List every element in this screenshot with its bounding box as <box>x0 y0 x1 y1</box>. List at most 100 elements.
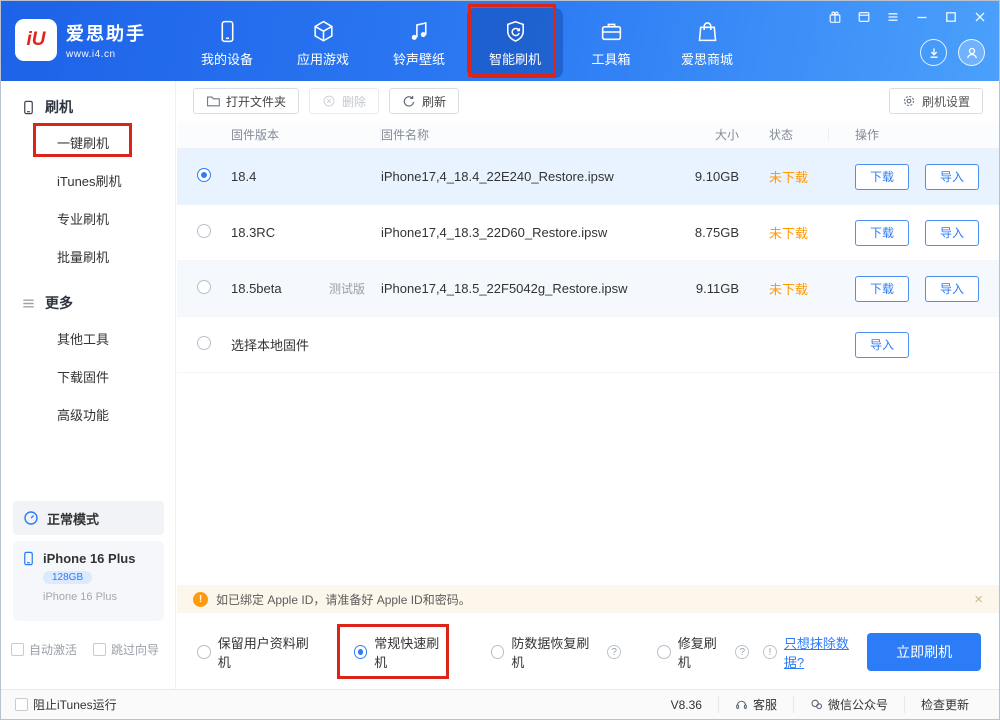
delete-icon <box>322 94 336 108</box>
option-anti-data-recovery[interactable]: 防数据恢复刷机 ? <box>491 633 621 671</box>
import-action-button[interactable]: 导入 <box>925 276 979 302</box>
import-action-button[interactable]: 导入 <box>855 332 909 358</box>
delete-button[interactable]: 删除 <box>309 88 379 114</box>
option-repair-flash[interactable]: 修复刷机 ? <box>657 633 749 671</box>
block-itunes-checkbox[interactable]: 阻止iTunes运行 <box>15 696 117 713</box>
sidebar-item-batch-flash[interactable]: 批量刷机 <box>1 239 175 277</box>
button-label: 刷机设置 <box>922 93 970 110</box>
shopping-bag-icon <box>695 19 720 44</box>
minimize-icon[interactable] <box>915 10 929 24</box>
app-header: iU 爱思助手 www.i4.cn 我的设备 应用游戏 铃声壁纸 智能刷机 <box>1 1 999 81</box>
close-icon[interactable] <box>973 10 987 24</box>
option-normal-fast-flash[interactable]: 常规快速刷机 <box>354 633 451 671</box>
option-keep-user-data[interactable]: 保留用户资料刷机 <box>197 633 320 671</box>
maximize-icon[interactable] <box>944 10 958 24</box>
gift-icon[interactable] <box>828 10 842 24</box>
download-action-button[interactable]: 下载 <box>855 220 909 246</box>
button-label: 删除 <box>342 93 366 110</box>
import-action-button[interactable]: 导入 <box>925 164 979 190</box>
row-radio-selected[interactable] <box>197 168 211 182</box>
option-label: 修复刷机 <box>678 633 729 671</box>
col-status: 状态 <box>739 128 829 142</box>
download-action-button[interactable]: 下载 <box>855 276 909 302</box>
erase-data-link[interactable]: 只想抹除数据? <box>784 633 867 671</box>
menu-icon[interactable] <box>886 10 900 24</box>
help-icon[interactable]: ? <box>735 645 749 659</box>
nav-store[interactable]: 爱思商城 <box>659 8 755 78</box>
sidebar-item-download-firmware[interactable]: 下载固件 <box>1 359 175 397</box>
nav-apps-games[interactable]: 应用游戏 <box>275 8 371 78</box>
device-phone-icon <box>21 551 36 566</box>
wechat-account-link[interactable]: 微信公众号 <box>793 696 904 713</box>
nav-label: 工具箱 <box>591 49 630 68</box>
main-panel: 打开文件夹 删除 刷新 刷机设置 固件版本 固件名称 大小 状态 操作 <box>177 81 999 691</box>
check-update-link[interactable]: 检查更新 <box>904 696 985 713</box>
firmware-size: 9.10GB <box>659 169 739 184</box>
device-mode-badge[interactable]: 正常模式 <box>13 501 164 535</box>
header-quick-actions <box>920 39 985 66</box>
flash-options-bar: 保留用户资料刷机 常规快速刷机 防数据恢复刷机 ? 修复刷机 ? ! 只想抹除数… <box>177 613 999 691</box>
sidebar-checkboxes: 自动激活 跳过向导 <box>11 641 159 658</box>
logo-glyph: iU <box>27 29 46 51</box>
import-action-button[interactable]: 导入 <box>925 220 979 246</box>
sidebar-item-other-tools[interactable]: 其他工具 <box>1 321 175 359</box>
option-radio[interactable] <box>657 645 671 659</box>
row-radio[interactable] <box>197 224 211 238</box>
option-radio[interactable] <box>491 645 505 659</box>
nav-label: 铃声壁纸 <box>393 49 445 68</box>
nav-smart-flash[interactable]: 智能刷机 <box>467 8 563 78</box>
device-card[interactable]: iPhone 16 Plus 128GB iPhone 16 Plus <box>13 541 164 621</box>
sidebar-section-flash: 刷机 <box>1 81 175 125</box>
download-center-button[interactable] <box>920 39 947 66</box>
section-title: 更多 <box>45 293 73 313</box>
skip-setup-checkbox[interactable]: 跳过向导 <box>93 641 159 658</box>
device-name: iPhone 16 Plus <box>43 551 135 566</box>
row-radio[interactable] <box>197 280 211 294</box>
flash-now-button[interactable]: 立即刷机 <box>867 633 981 671</box>
refresh-button[interactable]: 刷新 <box>389 88 459 114</box>
sidebar-item-pro-flash[interactable]: 专业刷机 <box>1 201 175 239</box>
sidebar-item-itunes-flash[interactable]: iTunes刷机 <box>1 163 175 201</box>
app-window: iU 爱思助手 www.i4.cn 我的设备 应用游戏 铃声壁纸 智能刷机 <box>0 0 1000 720</box>
mode-label: 正常模式 <box>47 509 99 528</box>
customer-service-link[interactable]: 客服 <box>718 696 793 713</box>
user-icon <box>965 46 979 60</box>
user-avatar-button[interactable] <box>958 39 985 66</box>
nav-ringtones[interactable]: 铃声壁纸 <box>371 8 467 78</box>
firmware-version: 18.4 <box>231 169 256 184</box>
nav-toolbox[interactable]: 工具箱 <box>563 8 659 78</box>
table-row-18-5beta[interactable]: 18.5beta 测试版 iPhone17,4_18.5_22F5042g_Re… <box>177 261 999 317</box>
shield-refresh-icon <box>503 19 528 44</box>
download-action-button[interactable]: 下载 <box>855 164 909 190</box>
nav-my-devices[interactable]: 我的设备 <box>179 8 275 78</box>
sidebar-item-one-click-flash[interactable]: 一键刷机 <box>1 125 175 163</box>
col-firmware-name: 固件名称 <box>381 126 659 143</box>
device-capacity-badge: 128GB <box>43 571 92 584</box>
flash-settings-button[interactable]: 刷机设置 <box>889 88 983 114</box>
nav-label: 我的设备 <box>201 49 253 68</box>
row-radio[interactable] <box>197 336 211 350</box>
checkbox-label: 阻止iTunes运行 <box>33 696 117 713</box>
logo-icon: iU <box>15 19 57 61</box>
auto-activate-checkbox[interactable]: 自动激活 <box>11 641 77 658</box>
button-label: 打开文件夹 <box>226 93 286 110</box>
device-model: iPhone 16 Plus <box>43 591 156 603</box>
apple-id-notice: ! 如已绑定 Apple ID，请准备好 Apple ID和密码。 × <box>177 585 999 613</box>
sidebar-item-advanced[interactable]: 高级功能 <box>1 397 175 435</box>
firmware-size: 9.11GB <box>659 281 739 296</box>
table-row-18-3rc[interactable]: 18.3RC iPhone17,4_18.3_22D60_Restore.ips… <box>177 205 999 261</box>
option-radio-selected[interactable] <box>354 645 368 659</box>
table-row-local-firmware[interactable]: 选择本地固件 导入 <box>177 317 999 373</box>
firmware-size: 8.75GB <box>659 225 739 240</box>
nav-label: 智能刷机 <box>489 49 541 68</box>
option-radio[interactable] <box>197 645 211 659</box>
statusbar-label: 检查更新 <box>921 696 969 713</box>
notice-close-icon[interactable]: × <box>974 591 983 608</box>
phone-icon <box>21 100 36 115</box>
warning-icon: ! <box>193 592 208 607</box>
open-folder-button[interactable]: 打开文件夹 <box>193 88 299 114</box>
help-icon[interactable]: ? <box>607 645 621 659</box>
table-row-18-4[interactable]: 18.4 iPhone17,4_18.4_22E240_Restore.ipsw… <box>177 149 999 205</box>
skin-icon[interactable] <box>857 10 871 24</box>
firmware-name: iPhone17,4_18.4_22E240_Restore.ipsw <box>381 169 659 184</box>
